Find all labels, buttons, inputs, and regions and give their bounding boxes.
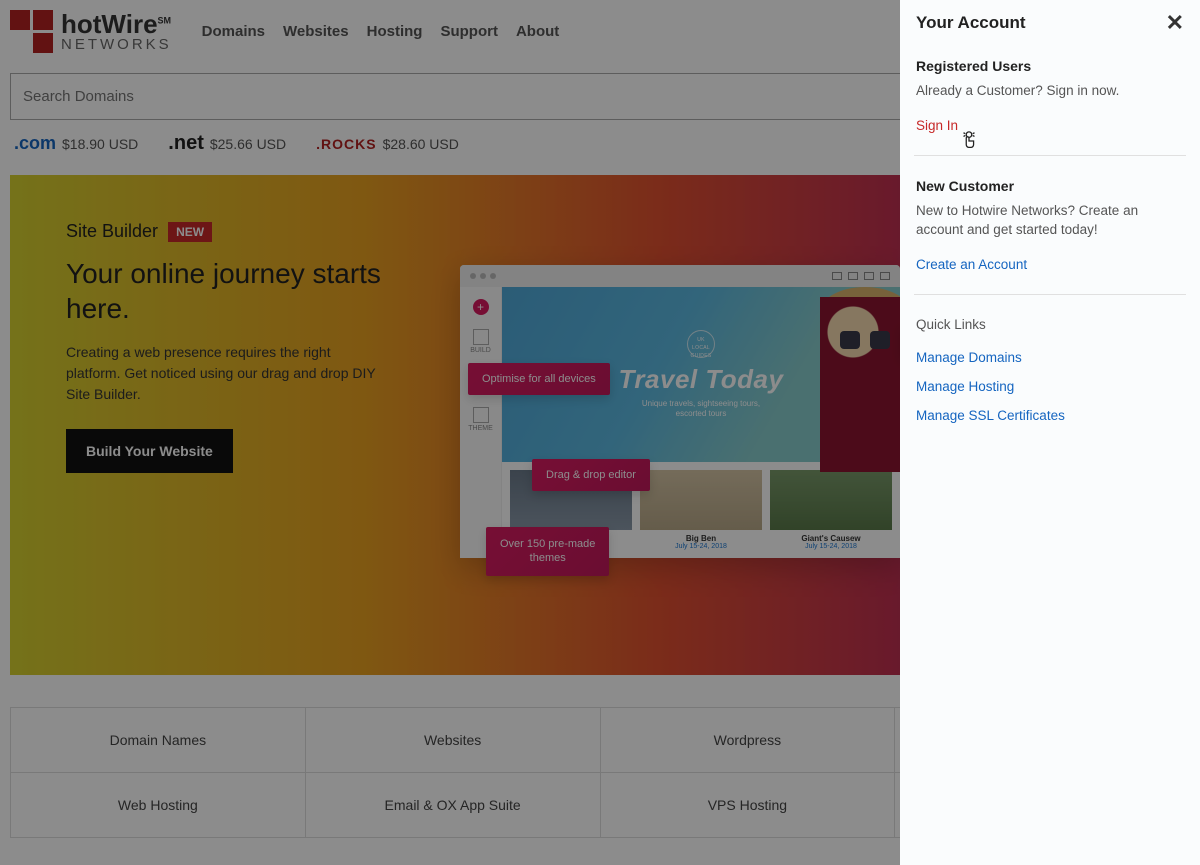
new-customer-text: New to Hotwire Networks? Create an accou…: [916, 202, 1184, 240]
manage-domains-link[interactable]: Manage Domains: [916, 350, 1184, 365]
create-account-link[interactable]: Create an Account: [916, 257, 1027, 272]
manage-hosting-link[interactable]: Manage Hosting: [916, 379, 1184, 394]
close-icon[interactable]: ✕: [1166, 12, 1184, 34]
drawer-title: Your Account: [916, 13, 1026, 33]
divider: [914, 155, 1186, 156]
sign-in-link[interactable]: Sign In: [916, 118, 958, 133]
quick-links-heading: Quick Links: [916, 317, 1184, 332]
new-customer-heading: New Customer: [916, 178, 1184, 194]
divider: [914, 294, 1186, 295]
registered-users-heading: Registered Users: [916, 58, 1184, 74]
account-drawer: Your Account ✕ Registered Users Already …: [900, 0, 1200, 865]
registered-users-text: Already a Customer? Sign in now.: [916, 82, 1184, 101]
manage-ssl-link[interactable]: Manage SSL Certificates: [916, 408, 1184, 423]
